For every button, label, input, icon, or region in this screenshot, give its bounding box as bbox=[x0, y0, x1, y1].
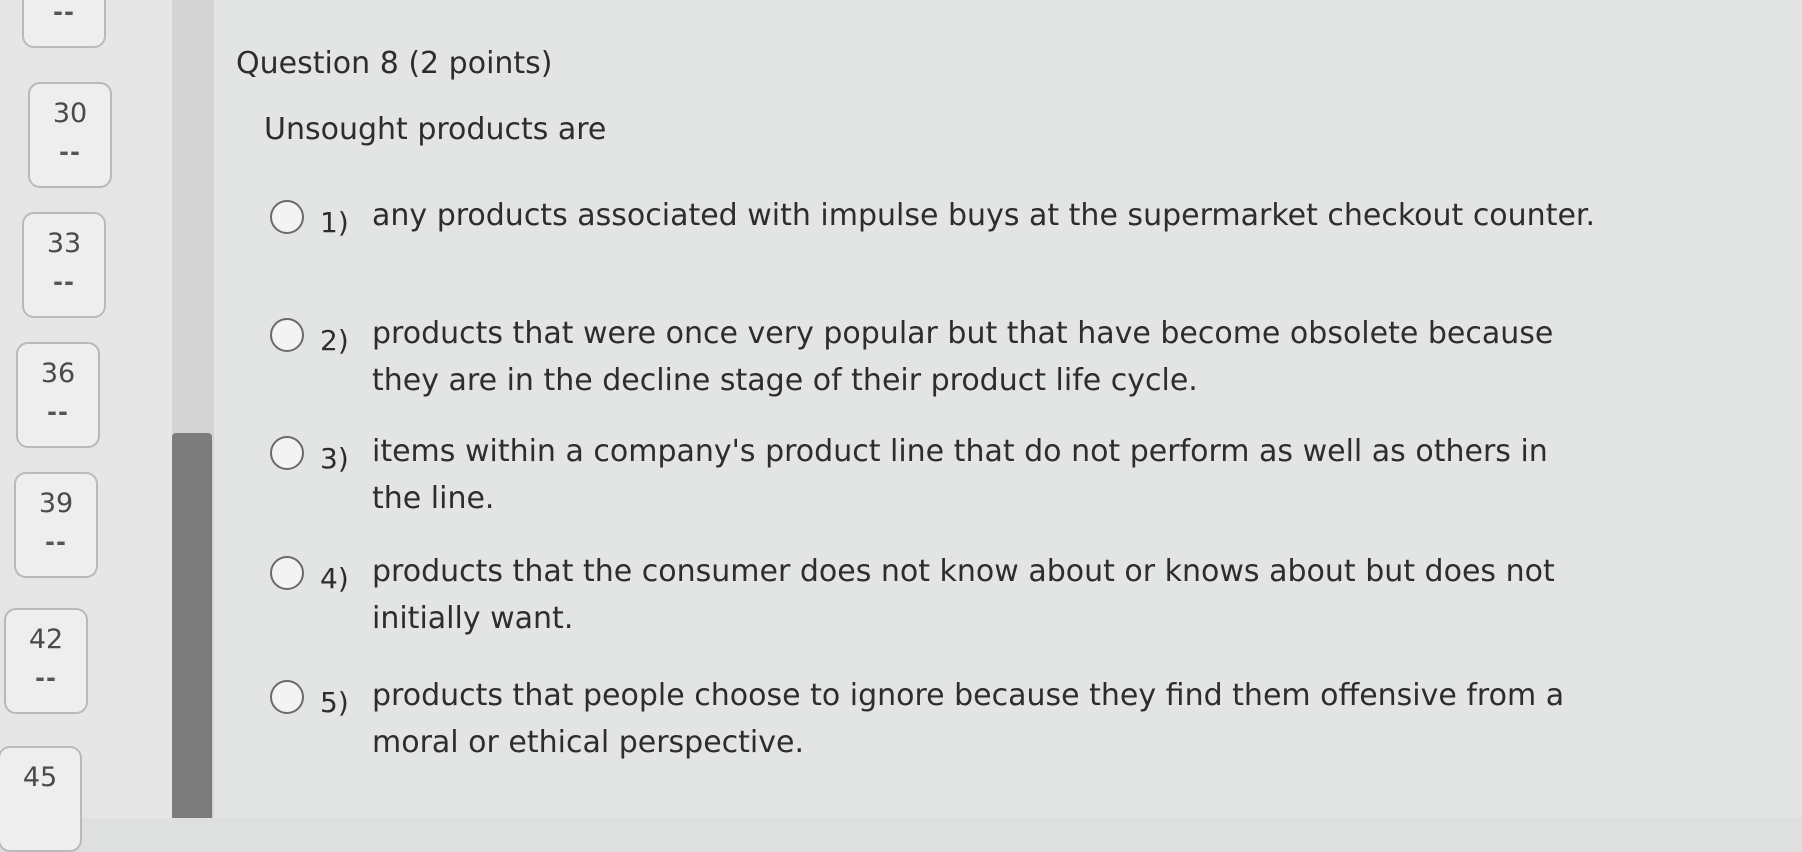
answer-option-5[interactable]: 5) products that people choose to ignore… bbox=[270, 672, 1590, 762]
nav-question-card[interactable]: -- bbox=[22, 0, 106, 48]
nav-question-number: 39 bbox=[38, 488, 74, 519]
question-prompt: Unsought products are bbox=[264, 112, 607, 147]
option-text: items within a company's product line th… bbox=[372, 434, 1548, 516]
nav-question-card[interactable]: 42 -- bbox=[4, 608, 88, 714]
radio-button[interactable] bbox=[270, 436, 304, 470]
option-number: 2) bbox=[320, 324, 349, 357]
nav-question-card[interactable]: 39 -- bbox=[14, 472, 98, 578]
nav-question-card[interactable]: 33 -- bbox=[22, 212, 106, 318]
nav-question-card[interactable]: 45 bbox=[0, 746, 82, 852]
nav-question-status: -- bbox=[45, 528, 67, 556]
nav-question-number: 33 bbox=[46, 228, 82, 259]
option-number: 4) bbox=[320, 562, 349, 595]
nav-question-status: -- bbox=[35, 664, 57, 692]
nav-question-card[interactable]: 36 -- bbox=[16, 342, 100, 448]
option-text: products that people choose to ignore be… bbox=[372, 678, 1565, 760]
scrollbar-thumb[interactable] bbox=[172, 433, 212, 818]
answer-option-3[interactable]: 3) items within a company's product line… bbox=[270, 428, 1590, 518]
answer-option-1[interactable]: 1) any products associated with impulse … bbox=[270, 192, 1595, 282]
question-nav-panel: -- 30 -- 33 -- 36 -- 39 -- 42 -- 45 bbox=[0, 0, 172, 852]
question-title: Question 8 (2 points) bbox=[236, 46, 553, 81]
nav-question-number: 30 bbox=[52, 98, 88, 129]
radio-button[interactable] bbox=[270, 318, 304, 352]
answer-option-4[interactable]: 4) products that the consumer does not k… bbox=[270, 548, 1590, 638]
nav-question-status: -- bbox=[53, 0, 75, 26]
option-number: 1) bbox=[320, 206, 349, 239]
nav-question-number: 45 bbox=[22, 762, 58, 793]
nav-question-status: -- bbox=[53, 268, 75, 296]
radio-button[interactable] bbox=[270, 680, 304, 714]
option-number: 3) bbox=[320, 442, 349, 475]
nav-question-number: 36 bbox=[40, 358, 76, 389]
nav-question-number: 42 bbox=[28, 624, 64, 655]
nav-question-status: -- bbox=[59, 138, 81, 166]
answer-option-2[interactable]: 2) products that were once very popular … bbox=[270, 310, 1590, 400]
option-number: 5) bbox=[320, 686, 349, 719]
nav-question-status: -- bbox=[47, 398, 69, 426]
radio-button[interactable] bbox=[270, 556, 304, 590]
option-text: products that were once very popular but… bbox=[372, 316, 1554, 398]
option-text: any products associated with impulse buy… bbox=[372, 198, 1596, 233]
radio-button[interactable] bbox=[270, 200, 304, 234]
nav-question-card[interactable]: 30 -- bbox=[28, 82, 112, 188]
option-text: products that the consumer does not know… bbox=[372, 554, 1555, 636]
